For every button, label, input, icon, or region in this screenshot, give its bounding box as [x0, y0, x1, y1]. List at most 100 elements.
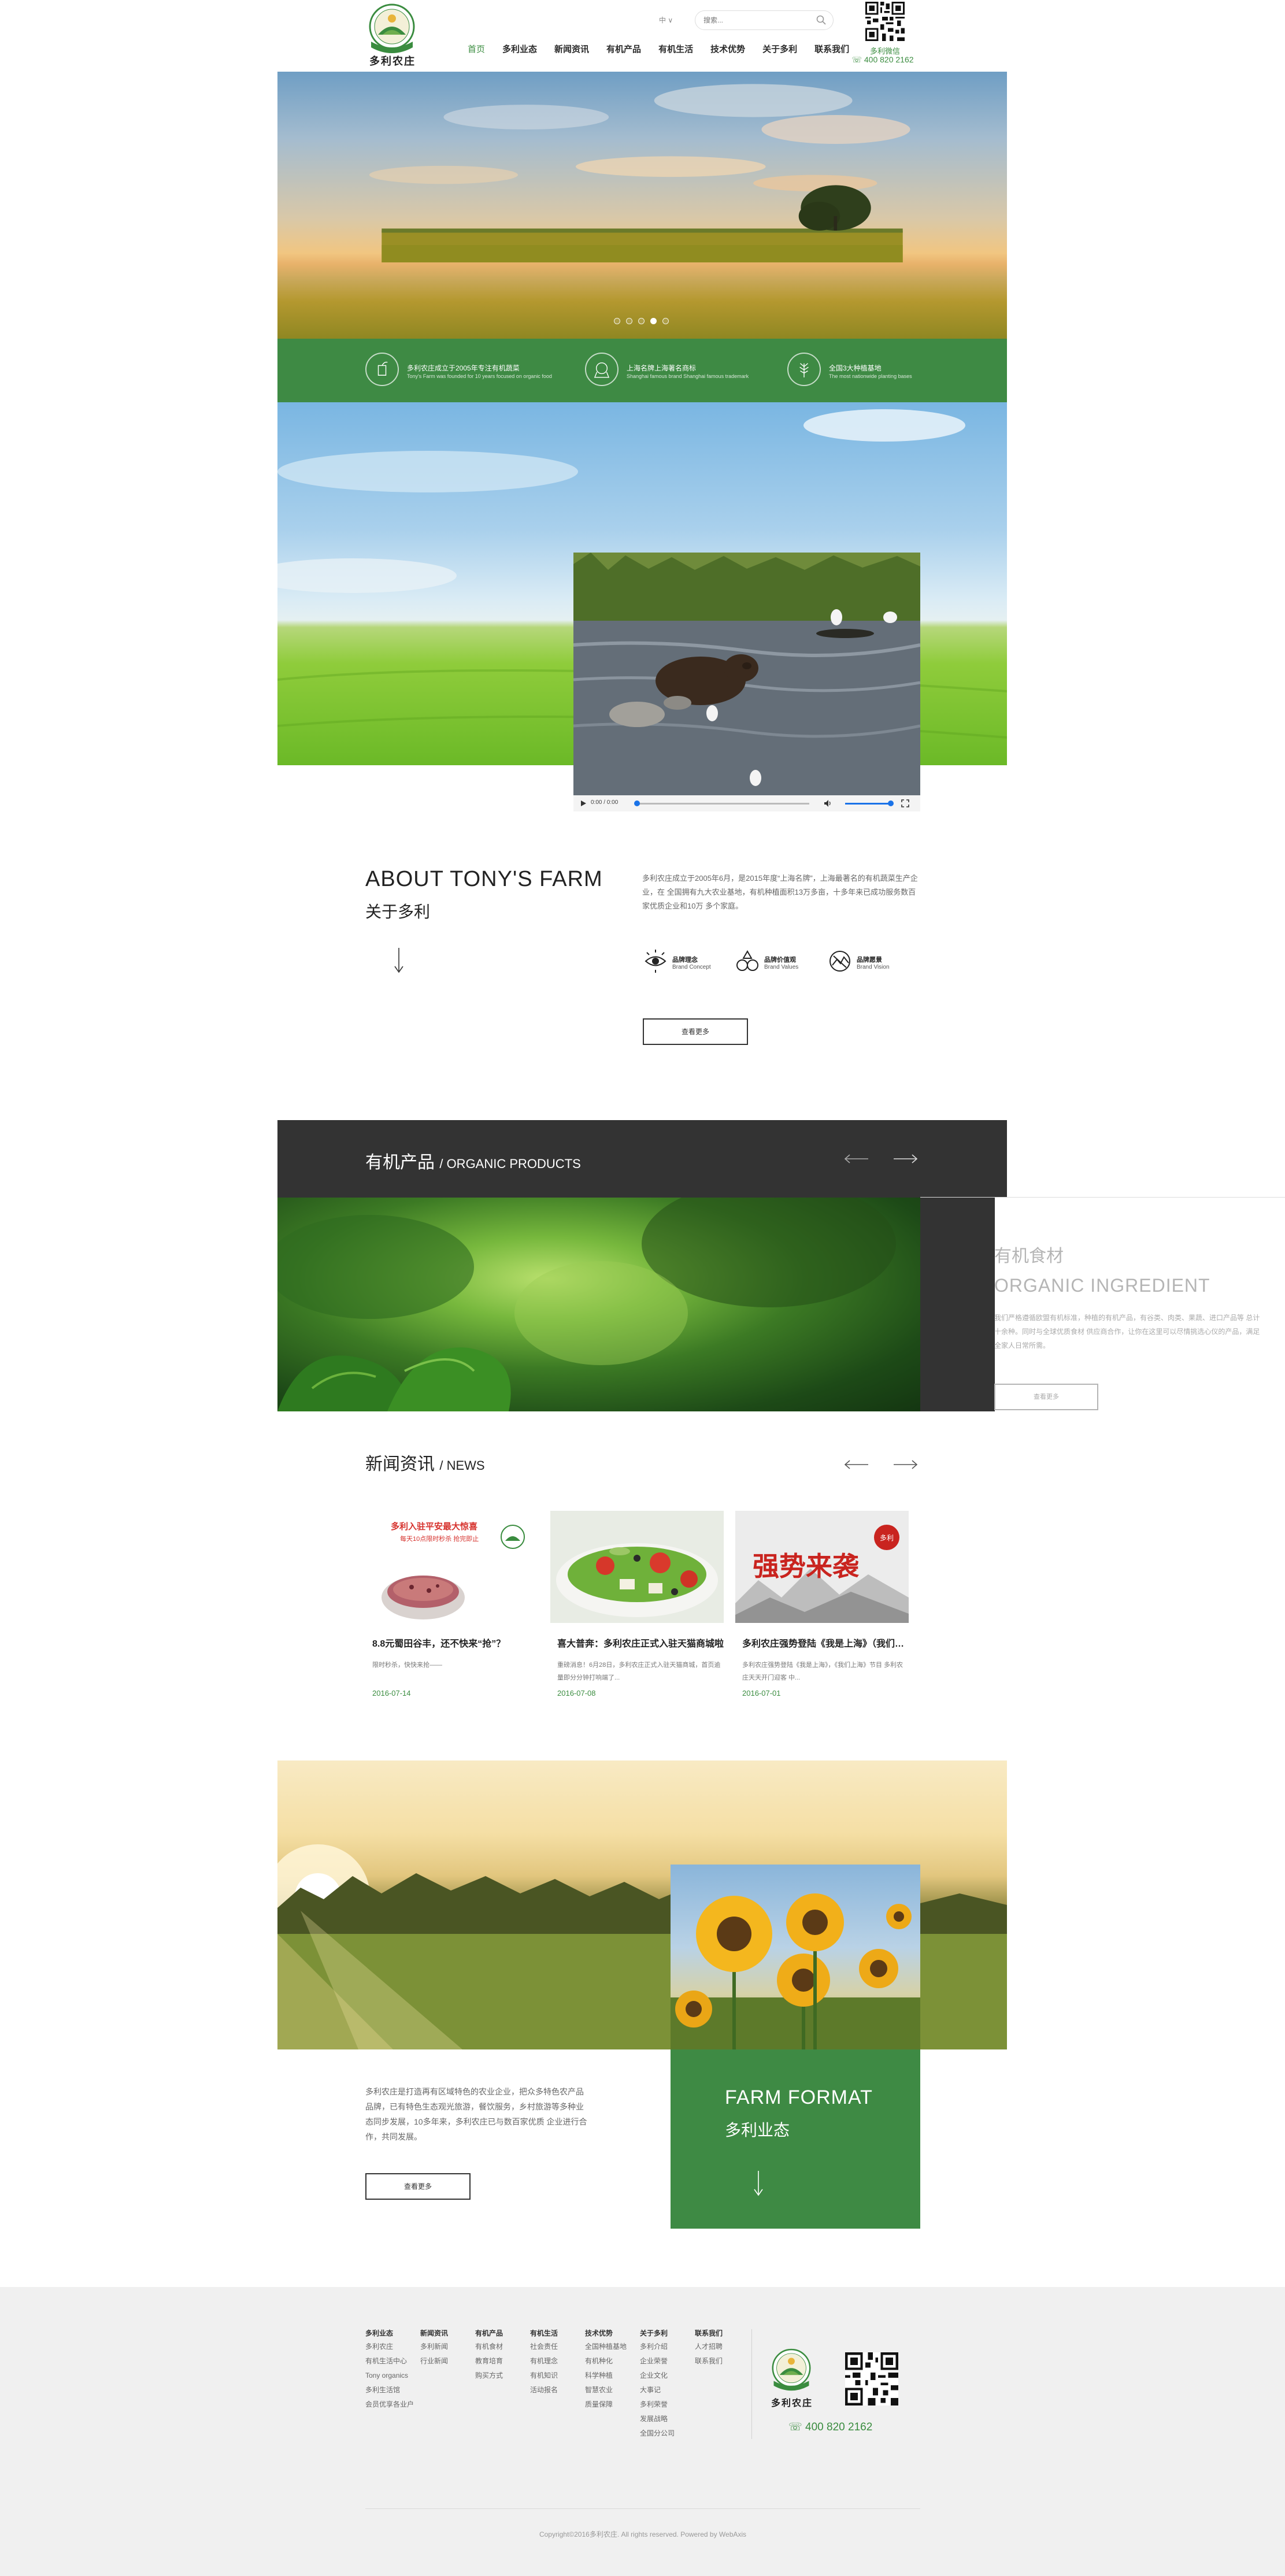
sunflower-image[interactable] — [671, 1865, 920, 2049]
news-card[interactable]: 强势来袭 多利 多利农庄强势登陆《我是上海》（我们上海） 多利农庄强势登陆《我是… — [735, 1511, 910, 1702]
footer-link[interactable]: 多利荣誉 — [640, 2397, 698, 2412]
footer-link[interactable]: 有机知识 — [530, 2369, 588, 2383]
news-headline[interactable]: 喜大普奔：多利农庄正式入驻天猫商城啦 — [557, 1636, 725, 1650]
footer-link[interactable]: 多利新闻 — [420, 2340, 478, 2354]
news-headline[interactable]: 多利农庄强势登陆《我是上海》（我们上海） — [742, 1636, 910, 1650]
feature-strip: 多利农庄成立于2005年专注有机蔬菜 Tony's Farm was found… — [277, 339, 1007, 402]
about-more-button[interactable]: 查看更多 — [643, 1018, 748, 1045]
news-image[interactable]: 强势来袭 多利 — [735, 1511, 909, 1623]
footer-column-title[interactable]: 技术优势 — [585, 2327, 643, 2340]
footer-link[interactable]: 有机生活中心 — [365, 2354, 423, 2369]
video-progress-handle[interactable] — [634, 800, 640, 806]
footer-column-title[interactable]: 有机生活 — [530, 2327, 588, 2340]
news-summary: 重磅消息！6月28日，多利农庄正式入驻天猫商城，首页逾量即分分钟打响端了... — [557, 1662, 721, 1681]
news-card[interactable]: 喜大普奔：多利农庄正式入驻天猫商城啦 重磅消息！6月28日，多利农庄正式入驻天猫… — [550, 1511, 724, 1702]
arrow-left-icon[interactable] — [844, 1153, 869, 1165]
search-icon[interactable] — [816, 14, 827, 26]
footer-link[interactable]: Tony organics — [365, 2369, 423, 2383]
feature-subtitle: The most nationwide planting bases — [829, 373, 912, 379]
product-more-button[interactable]: 查看更多 — [994, 1384, 1098, 1410]
hero-carousel-dots — [614, 318, 675, 324]
nav-item-technology[interactable]: 技术优势 — [708, 40, 747, 58]
carousel-dot[interactable] — [638, 318, 645, 324]
footer-link[interactable]: 多利农庄 — [365, 2340, 423, 2354]
header-phone-number: 400 820 2162 — [864, 55, 914, 64]
carousel-dot-active[interactable] — [650, 318, 657, 324]
nav-item-news[interactable]: 新闻资讯 — [552, 40, 591, 58]
footer-link[interactable]: 有机理念 — [530, 2354, 588, 2369]
feature-subtitle: Shanghai famous brand Shanghai famous tr… — [627, 373, 749, 379]
carousel-dot[interactable] — [662, 318, 669, 324]
footer-link[interactable]: 全国分公司 — [640, 2426, 698, 2441]
footer-column-title[interactable]: 新闻资讯 — [420, 2327, 478, 2340]
news-image[interactable]: 多利入驻平安最大惊喜 每天10点限时秒杀 抢完即止 — [365, 1511, 539, 1623]
footer-phone: ☏ 400 820 2162 — [788, 2421, 872, 2434]
footer-link[interactable]: 教育培育 — [475, 2354, 533, 2369]
spinach-leaves-image — [277, 1198, 896, 1411]
footer-link[interactable]: 大事记 — [640, 2383, 698, 2397]
arrow-right-icon[interactable] — [893, 1459, 918, 1470]
footer-link[interactable]: 多利生活馆 — [365, 2383, 423, 2397]
footer-link[interactable]: 社会责任 — [530, 2340, 588, 2354]
news-summary: 多利农庄强势登陆《我是上海》，《我们上海》节目 多利农庄天天开门迎客 中... — [742, 1662, 903, 1681]
brand-item-title: 品牌理念 — [672, 957, 698, 963]
video-frame-bear[interactable] — [573, 553, 920, 795]
language-switch[interactable]: 中 ∨ — [659, 15, 673, 25]
nav-item-contact[interactable]: 联系我们 — [812, 40, 851, 58]
footer-divider — [751, 2329, 752, 2439]
footer-column-title[interactable]: 多利业态 — [365, 2327, 423, 2340]
footer-link[interactable]: 智慧农业 — [585, 2383, 643, 2397]
footer-column-about: 关于多利 多利介绍 企业荣誉 企业文化 大事记 多利荣誉 发展战略 全国分公司 — [640, 2327, 698, 2441]
nav-item-about[interactable]: 关于多利 — [760, 40, 799, 58]
arrow-left-icon[interactable] — [844, 1459, 869, 1470]
play-icon[interactable] — [579, 799, 587, 807]
footer-link[interactable]: 科学种植 — [585, 2369, 643, 2383]
footer-link[interactable]: 会员优享各业户 — [365, 2397, 423, 2412]
sunflowers-image — [671, 1893, 920, 2049]
footer-link[interactable]: 企业荣誉 — [640, 2354, 698, 2369]
news-card[interactable]: 多利入驻平安最大惊喜 每天10点限时秒杀 抢完即止 8.8元蜀田谷丰，还不快来“… — [365, 1511, 539, 1702]
footer-link[interactable]: 企业文化 — [640, 2369, 698, 2383]
arrow-right-icon[interactable] — [893, 1153, 918, 1165]
footer-link[interactable]: 购买方式 — [475, 2369, 533, 2383]
product-panel-title-en: ORGANIC INGREDIENT — [994, 1275, 1210, 1296]
nav-item-farm-format[interactable]: 多利业态 — [500, 40, 539, 58]
brand-name: 多利农庄 — [369, 55, 416, 67]
footer-link[interactable]: 行业新闻 — [420, 2354, 478, 2369]
footer-link[interactable]: 多利介绍 — [640, 2340, 698, 2354]
footer-link[interactable]: 活动报名 — [530, 2383, 588, 2397]
eye-icon — [645, 950, 666, 973]
nav-item-products[interactable]: 有机产品 — [604, 40, 643, 58]
footer-link[interactable]: 质量保障 — [585, 2397, 643, 2412]
footer-link[interactable]: 发展战略 — [640, 2412, 698, 2426]
video-progress-bar[interactable] — [634, 800, 809, 806]
footer-link[interactable]: 联系我们 — [695, 2354, 753, 2369]
fullscreen-icon[interactable] — [901, 799, 910, 808]
farm-more-button[interactable]: 查看更多 — [365, 2173, 471, 2200]
footer-column-title[interactable]: 联系我们 — [695, 2327, 753, 2340]
farm-description: 多利农庄是打造再有区域特色的农业企业，把众多特色农产品品牌，已有特色生态观光旅游… — [365, 2087, 587, 2141]
footer-link[interactable]: 全国种植基地 — [585, 2340, 643, 2354]
news-image[interactable] — [550, 1511, 724, 1623]
carousel-dot[interactable] — [626, 318, 632, 324]
footer-column-title[interactable]: 有机产品 — [475, 2327, 533, 2340]
search-input[interactable] — [703, 14, 808, 26]
copyright: Copyright©2016多利农庄. All rights reserved.… — [539, 2530, 747, 2538]
carousel-dot[interactable] — [614, 318, 620, 324]
footer-link[interactable]: 有机种化 — [585, 2354, 643, 2369]
news-headline[interactable]: 8.8元蜀田谷丰，还不快来“抢”？ — [372, 1636, 540, 1650]
volume-handle[interactable] — [888, 800, 894, 806]
brand-item-subtitle: Brand Values — [764, 964, 799, 970]
video-player[interactable]: 0:00 / 0:00 — [573, 553, 920, 811]
footer-column-farm: 多利业态 多利农庄 有机生活中心 Tony organics 多利生活馆 会员优… — [365, 2327, 423, 2412]
footer-link[interactable]: 有机食材 — [475, 2340, 533, 2354]
volume-slider[interactable] — [845, 800, 894, 806]
organic-ingredient-image[interactable] — [277, 1198, 920, 1411]
footer-link[interactable]: 人才招聘 — [695, 2340, 753, 2354]
volume-icon[interactable] — [823, 799, 832, 808]
values-icon — [736, 950, 758, 971]
feature-title: 上海名牌上海著名商标 — [627, 364, 697, 372]
nav-item-home[interactable]: 首页 — [465, 40, 487, 58]
nav-item-organic-life[interactable]: 有机生活 — [656, 40, 695, 58]
footer-column-title[interactable]: 关于多利 — [640, 2327, 698, 2340]
